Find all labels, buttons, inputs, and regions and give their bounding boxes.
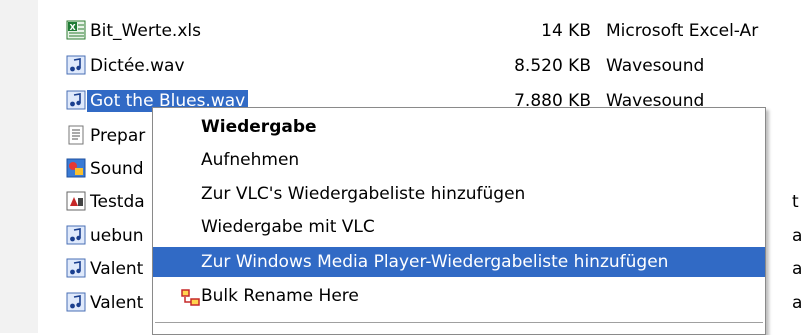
file-type: at bbox=[792, 259, 801, 279]
file-type: Microsoft Excel-Ar bbox=[606, 21, 759, 41]
file-name[interactable]: Testda bbox=[90, 191, 145, 213]
audio-file-icon bbox=[66, 90, 86, 110]
file-name[interactable]: Dictée.wav bbox=[90, 55, 185, 77]
context-menu[interactable]: Wiedergabe Aufnehmen Zur VLC's Wiedergab… bbox=[152, 107, 766, 335]
menu-item-label: Bulk Rename Here bbox=[201, 286, 359, 306]
left-pane bbox=[0, 0, 38, 333]
menu-item-record[interactable]: Aufnehmen bbox=[153, 145, 765, 175]
menu-item-label: Wiedergabe bbox=[201, 117, 317, 137]
file-size: 14 KB bbox=[541, 21, 591, 41]
menu-item-bulk-rename[interactable]: Bulk Rename Here bbox=[153, 281, 765, 311]
menu-item-play[interactable]: Wiedergabe bbox=[153, 112, 765, 142]
file-name[interactable]: Valent bbox=[90, 292, 143, 314]
menu-item-label: Aufnehmen bbox=[201, 150, 300, 170]
menu-item-add-vlc-playlist[interactable]: Zur VLC's Wiedergabeliste hinzufügen bbox=[153, 179, 765, 209]
menu-item-label: Zur VLC's Wiedergabeliste hinzufügen bbox=[201, 184, 526, 204]
audio-file-icon bbox=[66, 258, 86, 278]
audio-file-icon bbox=[66, 292, 86, 312]
svg-text:X: X bbox=[70, 23, 77, 32]
file-size: 8.520 KB bbox=[514, 56, 591, 76]
audio-file-icon bbox=[66, 225, 86, 245]
menu-separator bbox=[155, 322, 763, 323]
audio-file-icon bbox=[66, 55, 86, 75]
file-type: at bbox=[792, 293, 801, 313]
excel-icon: X bbox=[66, 20, 86, 40]
menu-item-label: Zur Windows Media Player-Wiedergabeliste… bbox=[201, 252, 669, 272]
database-file-icon bbox=[66, 191, 86, 211]
file-row[interactable]: Dictée.wav 8.520 KB Wavesound bbox=[66, 52, 801, 80]
menu-item-label: Wiedergabe mit VLC bbox=[201, 217, 375, 237]
sound-app-icon bbox=[66, 158, 86, 178]
menu-item-add-wmp-playlist[interactable]: Zur Windows Media Player-Wiedergabeliste… bbox=[153, 247, 765, 277]
file-type: Wavesound bbox=[606, 56, 705, 76]
file-name[interactable]: Bit_Werte.xls bbox=[90, 20, 201, 42]
text-file-icon bbox=[66, 125, 86, 145]
file-name[interactable]: uebun bbox=[90, 225, 144, 247]
file-type: t F bbox=[792, 192, 801, 212]
menu-item-play-with-vlc[interactable]: Wiedergabe mit VLC bbox=[153, 212, 765, 242]
file-row[interactable]: X Bit_Werte.xls 14 KB Microsoft Excel-Ar bbox=[66, 17, 801, 45]
file-type: at bbox=[792, 226, 801, 246]
bulk-rename-icon bbox=[181, 287, 201, 306]
file-name[interactable]: Valent bbox=[90, 258, 143, 280]
file-name[interactable]: Prepar bbox=[90, 125, 145, 147]
file-name[interactable]: Sound bbox=[90, 158, 144, 180]
